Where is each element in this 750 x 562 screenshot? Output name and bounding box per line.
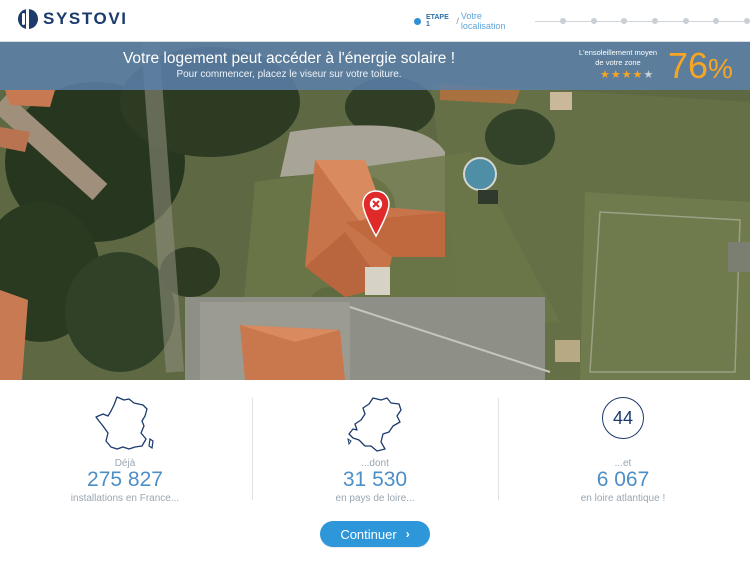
sunshine-percent: 76% — [668, 46, 733, 89]
banner-title: Votre logement peut accéder à l'énergie … — [122, 50, 456, 67]
stat-region-number: 31 530 — [342, 468, 408, 491]
sunshine-label-line1: L'ensoleillement moyen — [578, 48, 658, 57]
step-separator: / — [456, 16, 459, 26]
brand-name: SYSTOVI — [43, 9, 128, 28]
star-empty-icon: ★ — [643, 69, 654, 81]
france-map-icon — [0, 394, 250, 454]
stat-france: Déjà 275 827 installations en France... — [0, 380, 250, 520]
step-connector — [657, 20, 683, 22]
systovi-logo: SYSTOVI — [18, 9, 128, 29]
stat-pays-de-loire: ...dont 31 530 en pays de loire... — [250, 380, 500, 520]
sunshine-percent-value: 76 — [668, 45, 709, 86]
info-banner: Votre logement peut accéder à l'énergie … — [0, 42, 750, 90]
department-number: 44 — [602, 397, 644, 439]
step-progress: ETAPE 1 / Votre localisation — [414, 11, 750, 31]
step-title: Votre localisation — [460, 11, 506, 31]
percent-sign: % — [708, 53, 733, 84]
stat-france-number: 275 827 — [87, 468, 163, 491]
stat-department-caption: en loire atlantique ! — [580, 493, 666, 504]
star-filled-icon: ★ — [632, 69, 643, 81]
location-pin-icon[interactable] — [362, 190, 390, 238]
continue-label: Continuer — [340, 526, 397, 542]
step-connector — [688, 20, 714, 22]
banner-subtitle: Pour commencer, placez le viseur sur vot… — [176, 69, 402, 80]
stat-france-caption: installations en France... — [70, 493, 180, 504]
chevron-right-icon: › — [405, 527, 410, 541]
continue-button[interactable]: Continuer › — [320, 521, 430, 547]
sunshine-label: L'ensoleillement moyen de votre zone — [572, 48, 664, 68]
star-filled-icon: ★ — [610, 69, 621, 81]
step-connector — [627, 20, 652, 22]
step-connector — [719, 20, 745, 22]
stat-region-caption: en pays de loire... — [335, 493, 415, 504]
step-connector — [596, 20, 622, 22]
step-dot-8[interactable] — [744, 18, 750, 24]
stat-loire-atlantique: 44 ...et 6 067 en loire atlantique ! — [498, 380, 748, 520]
sunshine-rating: ★ ★ ★ ★ ★ — [600, 69, 653, 81]
stat-department-number: 6 067 — [596, 468, 650, 491]
department-badge-icon: 44 — [498, 394, 748, 454]
sunshine-label-line2: de votre zone — [595, 58, 641, 67]
step-number: ETAPE 1 — [425, 14, 449, 28]
pays-de-loire-map-icon — [250, 394, 500, 454]
step-connector — [565, 20, 591, 22]
step-dot-active[interactable] — [414, 17, 421, 25]
star-filled-icon: ★ — [621, 69, 632, 81]
app-header: SYSTOVI ETAPE 1 / Votre localisation — [0, 0, 750, 42]
star-filled-icon: ★ — [600, 69, 610, 81]
logo-mark-icon — [18, 9, 38, 29]
step-connector — [535, 20, 560, 22]
